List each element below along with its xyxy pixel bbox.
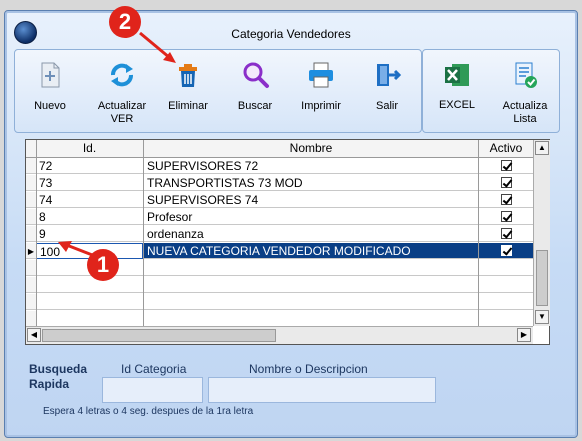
annotation-badge-2: 2 [109, 6, 141, 38]
annotation-arrows [58, 31, 176, 260]
annotation-badge-1: 1 [87, 249, 119, 281]
